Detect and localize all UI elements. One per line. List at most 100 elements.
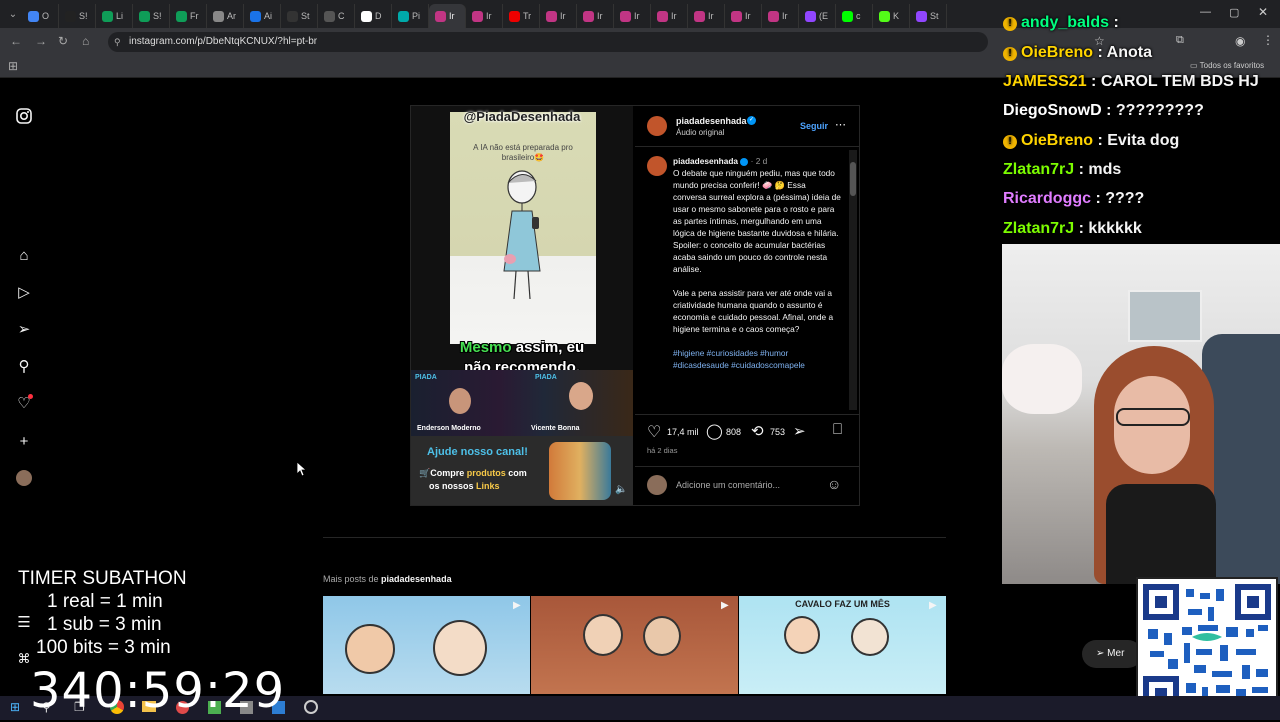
create-nav-icon[interactable]: + [14,431,34,451]
caption-avatar [647,156,667,176]
tab-favicon-icon [139,10,150,22]
tab-search-icon[interactable]: ⌄ [4,9,22,20]
notifications-nav-icon[interactable]: ♡ [14,393,34,413]
messages-floating-button[interactable]: ➢ Mer [1082,640,1142,668]
url-text: instagram.com/p/DbeNtqKCNUX/?hl=pt-br [129,36,318,47]
caption-time: 2 d [755,156,768,166]
browser-tab[interactable]: St [910,4,947,28]
browser-tab[interactable]: Ai [244,4,281,28]
likes-count[interactable]: 17,4 mil [667,427,699,437]
support-banner: Ajude nosso canal! 🛒Compre produtos com … [411,436,633,505]
tab-label: St [930,11,939,21]
browser-tab[interactable]: Fr [170,4,207,28]
cartoon-woman-figure [503,170,541,300]
tab-label: Ir [782,11,788,21]
browser-tab[interactable]: Tr [503,4,540,28]
tab-label: S! [79,11,88,21]
browser-tab[interactable]: S! [59,4,96,28]
browser-tab[interactable]: Pi [392,4,429,28]
browser-tab[interactable]: O [22,4,59,28]
home-icon[interactable]: ⌂ [82,34,89,48]
post-thumbnail-3[interactable]: CAVALO FAZ UM MÊS ▶ [739,596,946,694]
reel-video[interactable]: @PiadaDesenhada A IA não está preparada … [411,106,633,505]
shares-count[interactable]: 753 [770,427,785,437]
more-options-icon[interactable]: ⋯ [835,118,846,131]
video-handle: @PiadaDesenhada [463,109,581,124]
tab-label: Ir [597,11,603,21]
chat-text: kkkkkk [1088,220,1142,237]
emoji-icon[interactable]: ☺ [827,476,841,492]
chat-username: Zlatan7rJ [1003,161,1075,178]
caption-scrollbar[interactable] [849,150,857,410]
profile-avatar [16,470,32,486]
home-nav-icon[interactable]: ⌂ [14,245,34,265]
more-posts-heading: Mais posts de piadadesenhada [323,574,452,584]
browser-tab[interactable]: C [318,4,355,28]
browser-tab[interactable]: Ar [207,4,244,28]
instagram-logo-icon[interactable] [14,106,34,126]
browser-tab[interactable]: D [355,4,392,28]
more-nav-icon[interactable]: ☰ [14,612,34,632]
post-thumbnail-1[interactable]: ▶ [323,596,530,694]
browser-tab[interactable]: S! [133,4,170,28]
caption-author[interactable]: piadadesenhada [673,156,738,166]
author-name[interactable]: piadadesenhada [676,116,747,126]
browser-tab[interactable]: Ir [762,4,799,28]
caption-hashtags[interactable]: #higiene #curiosidades #humor #dicasdesa… [673,347,841,371]
tab-label: Ir [560,11,566,21]
tab-favicon-icon [657,10,668,22]
share-icon[interactable]: ➢ [793,422,806,440]
tab-favicon-icon [916,10,927,22]
browser-tab[interactable]: St [281,4,318,28]
more-posts-author[interactable]: piadadesenhada [381,574,452,584]
comment-input[interactable]: Adicione um comentário... [676,480,780,490]
comments-count[interactable]: 808 [726,427,741,437]
browser-tab[interactable]: K [873,4,910,28]
video-top-text: A IA não está preparada pro brasileiro🤩 [473,143,573,162]
back-icon[interactable]: ← [10,34,22,48]
repost-icon[interactable]: ⟲ [751,422,764,440]
follow-button[interactable]: Seguir [800,121,828,131]
browser-tab[interactable]: Ir [688,4,725,28]
search-nav-icon[interactable]: ⚲ [14,356,34,376]
browser-tab[interactable]: Ir [614,4,651,28]
profile-nav-avatar[interactable] [14,468,34,488]
timer-countdown: 340:59:29 [30,663,286,719]
address-bar[interactable]: ⚲ instagram.com/p/DbeNtqKCNUX/?hl=pt-br [108,32,988,52]
scrollbar-thumb[interactable] [850,162,856,196]
audio-label[interactable]: Áudio original [676,128,724,137]
browser-tab[interactable]: c [836,4,873,28]
thumb-3-figure [784,616,820,654]
chat-username: JAMESS21 [1003,73,1087,90]
browser-tab[interactable]: (E [799,4,836,28]
like-icon[interactable]: ♡ [647,422,661,442]
support-line1-a: Compre [430,468,467,478]
reload-icon[interactable]: ↻ [58,34,68,48]
taskbar-obs-icon[interactable] [304,700,318,714]
thumb-3-caption: CAVALO FAZ UM MÊS [795,599,890,609]
browser-tab[interactable]: Ir [651,4,688,28]
reels-nav-icon[interactable]: ▷ [14,282,34,302]
more-posts-divider [323,537,946,538]
site-info-icon[interactable]: ⚲ [114,32,121,52]
mute-icon[interactable]: 🔈 [615,484,627,495]
chat-text: CAROL TEM BDS HJ [1100,73,1259,90]
forward-icon[interactable]: → [35,34,47,48]
comment-icon[interactable]: ◯ [706,422,723,440]
browser-tab[interactable]: Ir [577,4,614,28]
save-icon[interactable]: ⎕ [833,421,842,438]
webcam-plush [1002,344,1082,414]
apps-icon[interactable]: ⊞ [8,59,18,73]
chat-username: DiegoSnowD [1003,102,1102,119]
post-thumbnail-2[interactable]: ▶ [531,596,738,694]
author-avatar[interactable] [647,116,667,136]
browser-tab[interactable]: Ir [725,4,762,28]
browser-tab[interactable]: Ir [429,4,466,28]
chat-username: OieBreno [1021,44,1094,61]
browser-tab[interactable]: Ir [540,4,577,28]
messages-nav-icon[interactable]: ➢ [14,319,34,339]
browser-tab[interactable]: Li [96,4,133,28]
start-icon[interactable]: ⊞ [10,700,20,714]
chat-separator: : [1086,73,1101,90]
browser-tab[interactable]: Ir [466,4,503,28]
